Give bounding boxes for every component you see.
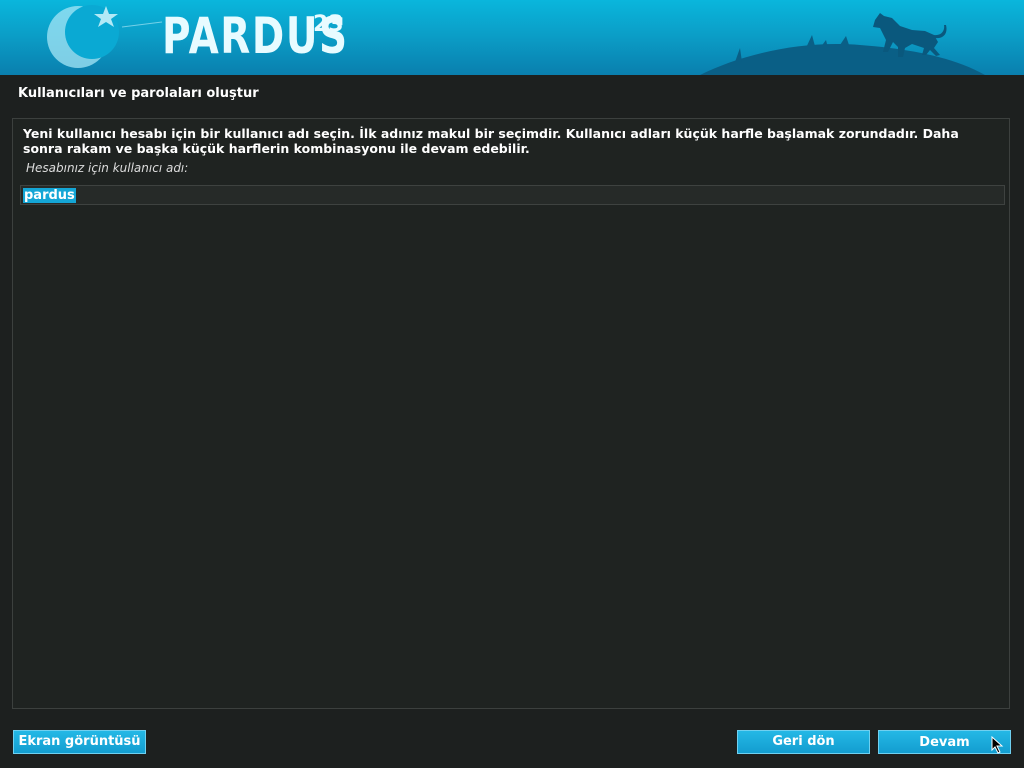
panther-silhouette	[873, 13, 947, 57]
description-text: Yeni kullanıcı hesabı için bir kullanıcı…	[23, 126, 959, 156]
pardus-logo-version: 23	[313, 12, 344, 37]
header-banner: PARDUS 23	[0, 0, 1024, 75]
screenshot-button[interactable]: Ekran görüntüsü	[13, 730, 146, 754]
page-title: Kullanıcıları ve parolaları oluştur	[18, 86, 259, 101]
hill-silhouette	[700, 44, 985, 75]
username-input[interactable]: pardus	[20, 185, 1005, 205]
banner-artwork	[47, 5, 985, 75]
username-input-value: pardus	[23, 188, 76, 203]
username-field-label: Hesabınız için kullanıcı adı:	[26, 161, 189, 175]
back-button[interactable]: Geri dön	[737, 730, 870, 754]
mouse-cursor-icon	[991, 736, 1004, 754]
content-panel: Yeni kullanıcı hesabı için bir kullanıcı…	[12, 118, 1010, 709]
